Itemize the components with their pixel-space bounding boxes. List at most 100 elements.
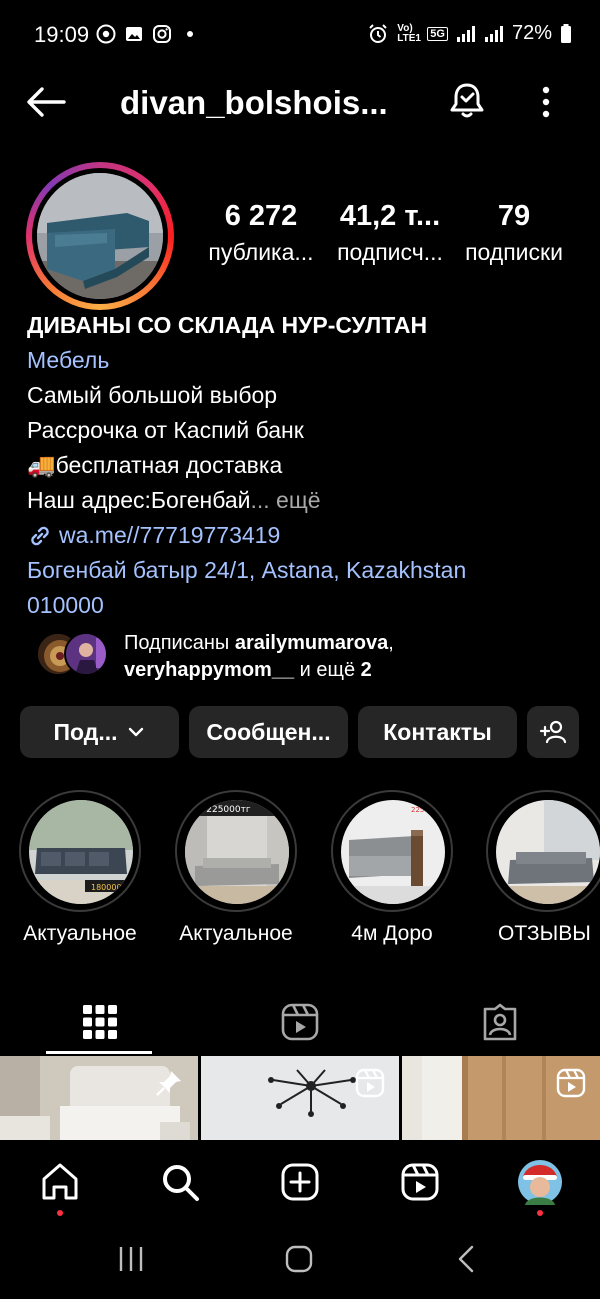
nav-profile[interactable]: [516, 1158, 564, 1206]
profile-avatar[interactable]: [26, 162, 174, 310]
highlight-label: ОТЗЫВЫ: [498, 922, 591, 945]
story-highlight[interactable]: -225000тг Актуальное: [174, 790, 298, 946]
stat-posts-value: 6 272: [224, 200, 298, 232]
grid-icon: [83, 1005, 117, 1039]
gallery-icon: [126, 27, 142, 41]
reels-icon: [355, 1068, 385, 1098]
followed-by[interactable]: Подписаны arailymumarova, veryhappymom__…: [36, 632, 596, 686]
bio-link-text: wa.me//77719773419: [59, 522, 281, 548]
bell-check-icon[interactable]: [446, 80, 488, 122]
home-icon: [42, 1163, 78, 1200]
bottom-navigation: [0, 1140, 600, 1226]
signal-icon: [456, 25, 475, 42]
status-left-icons: [96, 24, 200, 44]
profile-category: Мебель: [27, 347, 110, 373]
recent-apps-icon[interactable]: [116, 1244, 146, 1274]
bio-more-link[interactable]: ... ещё: [250, 487, 320, 513]
battery-icon: [561, 23, 571, 43]
highlight-price: -225000тг: [203, 805, 251, 815]
highlight-cover: 180000тг: [29, 800, 133, 904]
back-arrow-icon[interactable]: [24, 84, 68, 120]
contacts-button[interactable]: Контакты: [358, 706, 517, 758]
system-back-icon[interactable]: [452, 1244, 482, 1274]
profile-notification-dot: [537, 1210, 543, 1216]
nav-create[interactable]: [276, 1158, 324, 1206]
bio-line: Самый большой выбор: [27, 382, 278, 408]
stat-followers[interactable]: 41,2 т... подписч...: [324, 200, 456, 266]
bio-line: Наш адрес:Богенбай... ещё: [27, 483, 587, 518]
create-post-icon: [281, 1163, 319, 1201]
pin-icon: [156, 1071, 181, 1096]
profile-header: divan_bolshois...: [0, 70, 600, 134]
home-notification-dot: [57, 1210, 63, 1216]
story-highlight[interactable]: 180000тг Актуальное: [18, 790, 142, 946]
followed-user[interactable]: veryhappymom__: [124, 659, 294, 681]
highlight-cover: [496, 800, 600, 904]
highlight-cover: -225000тг: [185, 800, 289, 904]
profile-tabs: [0, 990, 600, 1054]
reels-icon: [401, 1163, 439, 1201]
followed-separator: ,: [388, 632, 394, 654]
stat-followers-value: 41,2 т...: [339, 200, 441, 232]
story-highlight[interactable]: ОТЗЫВЫ: [486, 790, 600, 946]
following-button-label: Под...: [53, 718, 118, 745]
contacts-button-label: Контакты: [383, 718, 492, 745]
instagram-icon: [153, 25, 171, 43]
tagged-icon: [483, 1003, 517, 1041]
nav-home[interactable]: [36, 1158, 84, 1206]
status-right: Vo) LTE1 5G 72%: [367, 22, 572, 45]
truck-emoji-icon: 🚚: [27, 452, 56, 478]
reels-icon: [556, 1068, 586, 1098]
followed-suffix: и ещё: [294, 659, 361, 681]
tab-tagged[interactable]: [400, 990, 600, 1054]
system-navigation: [0, 1226, 600, 1299]
profile-stats: 6 272 публика... 41,2 т... подписч... 79…: [196, 200, 586, 280]
chrome-icon: [96, 24, 116, 44]
stat-posts-label: публика...: [208, 239, 314, 265]
highlight-label: Актуальное: [23, 922, 137, 945]
followed-count: 2: [360, 659, 372, 681]
message-button[interactable]: Сообщен...: [189, 706, 348, 758]
highlight-cover: 225000: [341, 800, 445, 904]
status-time: 19:09: [34, 22, 90, 47]
followed-user[interactable]: arailymumarova: [235, 632, 388, 654]
nav-search[interactable]: [156, 1158, 204, 1206]
profile-bio: ДИВАНЫ СО СКЛАДА НУР-СУЛТАН Мебель Самый…: [27, 308, 587, 623]
avatar-sofa-image: [37, 173, 163, 299]
story-highlight[interactable]: 225000 4м Доро: [330, 790, 454, 946]
alarm-icon: [369, 23, 387, 43]
bio-link[interactable]: wa.me//77719773419: [27, 518, 587, 553]
tab-reels[interactable]: [200, 990, 400, 1054]
link-icon: [31, 526, 49, 545]
bio-address-zip[interactable]: 010000: [27, 588, 587, 623]
profile-username: divan_bolshois...: [120, 84, 388, 121]
suggest-people-button[interactable]: [527, 706, 579, 758]
profile-display-name: ДИВАНЫ СО СКЛАДА НУР-СУЛТАН: [27, 312, 428, 338]
nav-reels[interactable]: [396, 1158, 444, 1206]
post-thumbnail[interactable]: [0, 1056, 198, 1140]
post-thumbnail[interactable]: [402, 1056, 600, 1140]
bio-line: Рассрочка от Каспий банк: [27, 417, 304, 443]
chevron-down-icon: [128, 727, 143, 737]
add-person-icon: [539, 720, 567, 744]
bio-address[interactable]: Богенбай батыр 24/1, Astana, Kazakhstan: [27, 553, 587, 588]
message-button-label: Сообщен...: [206, 718, 331, 745]
post-thumbnail[interactable]: [201, 1056, 399, 1140]
more-vertical-icon[interactable]: [530, 82, 562, 122]
follower-avatar: [64, 632, 108, 676]
bio-line-text: Наш адрес:Богенбай: [27, 487, 251, 513]
highlight-price: 225000: [411, 806, 438, 814]
following-button[interactable]: Под...: [20, 706, 179, 758]
status-bar: 19:09 Vo) LTE1 5G 72%: [0, 0, 600, 70]
posts-grid: [0, 1056, 600, 1140]
home-button-icon[interactable]: [284, 1244, 314, 1274]
stat-following-value: 79: [497, 200, 531, 232]
network-gen: 5G: [427, 26, 448, 41]
stat-following[interactable]: 79 подписки: [456, 200, 572, 266]
tab-posts[interactable]: [0, 990, 200, 1054]
stat-posts[interactable]: 6 272 публика...: [196, 200, 326, 266]
stat-following-label: подписки: [465, 239, 563, 265]
bio-line: 🚚бесплатная доставка: [27, 448, 587, 483]
reels-icon: [281, 1003, 319, 1041]
active-tab-indicator: [46, 1051, 152, 1054]
